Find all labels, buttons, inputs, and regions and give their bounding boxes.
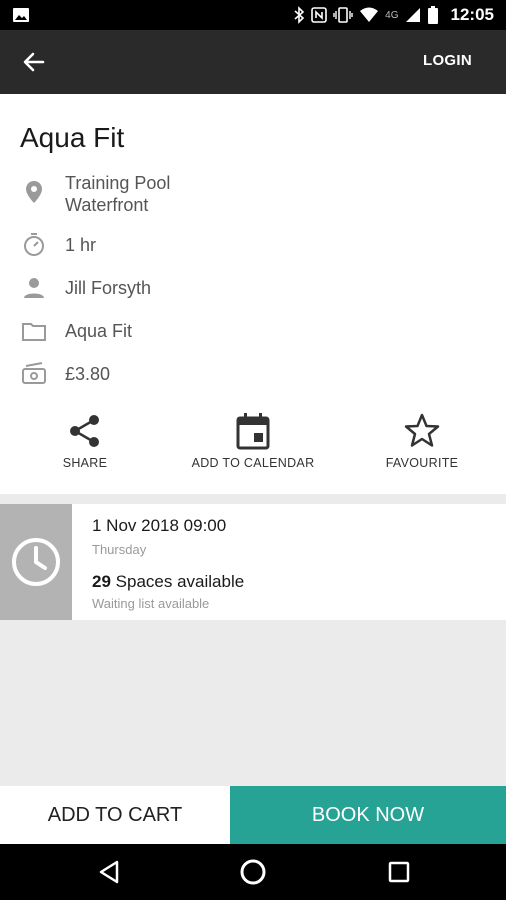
app-bar: LOGIN: [0, 30, 506, 94]
share-button[interactable]: SHARE: [5, 412, 165, 470]
class-details-card: Aqua Fit Training Pool Waterfront 1 hr J…: [0, 94, 506, 494]
book-now-button[interactable]: BOOK NOW: [230, 786, 506, 844]
share-label: SHARE: [62, 456, 108, 470]
network-type: 4G: [385, 9, 399, 21]
status-bar: 4G 12:05: [0, 0, 506, 30]
wifi-icon: [360, 7, 379, 22]
session-card[interactable]: 1 Nov 2018 09:00 Thursday 29 Spaces avai…: [0, 504, 506, 620]
session-date: 1 Nov 2018 09:00: [92, 516, 227, 535]
location-row: Training Pool Waterfront: [0, 172, 506, 222]
category-name: Aqua Fit: [65, 321, 133, 341]
timer-icon: [24, 233, 44, 256]
spaces-count: 29: [92, 572, 111, 591]
session-clock-box: [0, 504, 72, 620]
category-row: Aqua Fit: [0, 317, 506, 347]
star-icon: [404, 413, 440, 447]
nfc-icon: [311, 7, 327, 23]
price-row: £3.80: [0, 360, 506, 390]
battery-icon: [427, 6, 438, 24]
person-icon: [24, 278, 44, 298]
login-button[interactable]: LOGIN: [423, 52, 472, 69]
waiting-list-status: Waiting list available: [92, 596, 210, 611]
image-icon: [13, 8, 29, 22]
favourite-label: FAVOURITE: [385, 456, 459, 470]
system-nav-bar: [0, 844, 506, 900]
location-name: Training Pool: [65, 173, 171, 193]
instructor-name: Jill Forsyth: [65, 278, 152, 298]
favourite-button[interactable]: FAVOURITE: [342, 412, 502, 470]
add-to-cart-button[interactable]: ADD TO CART: [0, 786, 230, 844]
duration-value: 1 hr: [65, 235, 97, 255]
session-spaces: 29 Spaces available: [92, 572, 244, 592]
nav-home-icon[interactable]: [239, 858, 267, 886]
instructor-row: Jill Forsyth: [0, 274, 506, 304]
signal-icon: [405, 8, 420, 22]
vibrate-icon: [333, 7, 353, 23]
share-icon: [70, 415, 99, 447]
calendar-icon: [236, 413, 270, 450]
add-to-calendar-label: ADD TO CALENDAR: [191, 456, 315, 470]
duration-row: 1 hr: [0, 231, 506, 261]
location-venue: Waterfront: [65, 195, 149, 215]
clock-icon: [12, 538, 60, 586]
price-value: £3.80: [65, 364, 111, 384]
arrow-back-icon[interactable]: [18, 46, 50, 78]
bluetooth-icon: [294, 6, 305, 24]
nav-recents-icon[interactable]: [385, 858, 413, 886]
folder-icon: [22, 323, 46, 341]
location-pin-icon: [26, 181, 42, 203]
spaces-label: Spaces available: [110, 572, 245, 591]
session-day: Thursday: [92, 542, 147, 557]
bottom-action-bar: ADD TO CART BOOK NOW: [0, 786, 506, 844]
money-icon: [22, 362, 46, 384]
status-time: 12:05: [450, 5, 494, 24]
action-row: SHARE ADD TO CALENDAR FAVOURITE: [0, 412, 506, 482]
add-to-calendar-button[interactable]: ADD TO CALENDAR: [173, 412, 333, 470]
class-title: Aqua Fit: [20, 122, 125, 153]
nav-back-icon[interactable]: [95, 858, 123, 886]
